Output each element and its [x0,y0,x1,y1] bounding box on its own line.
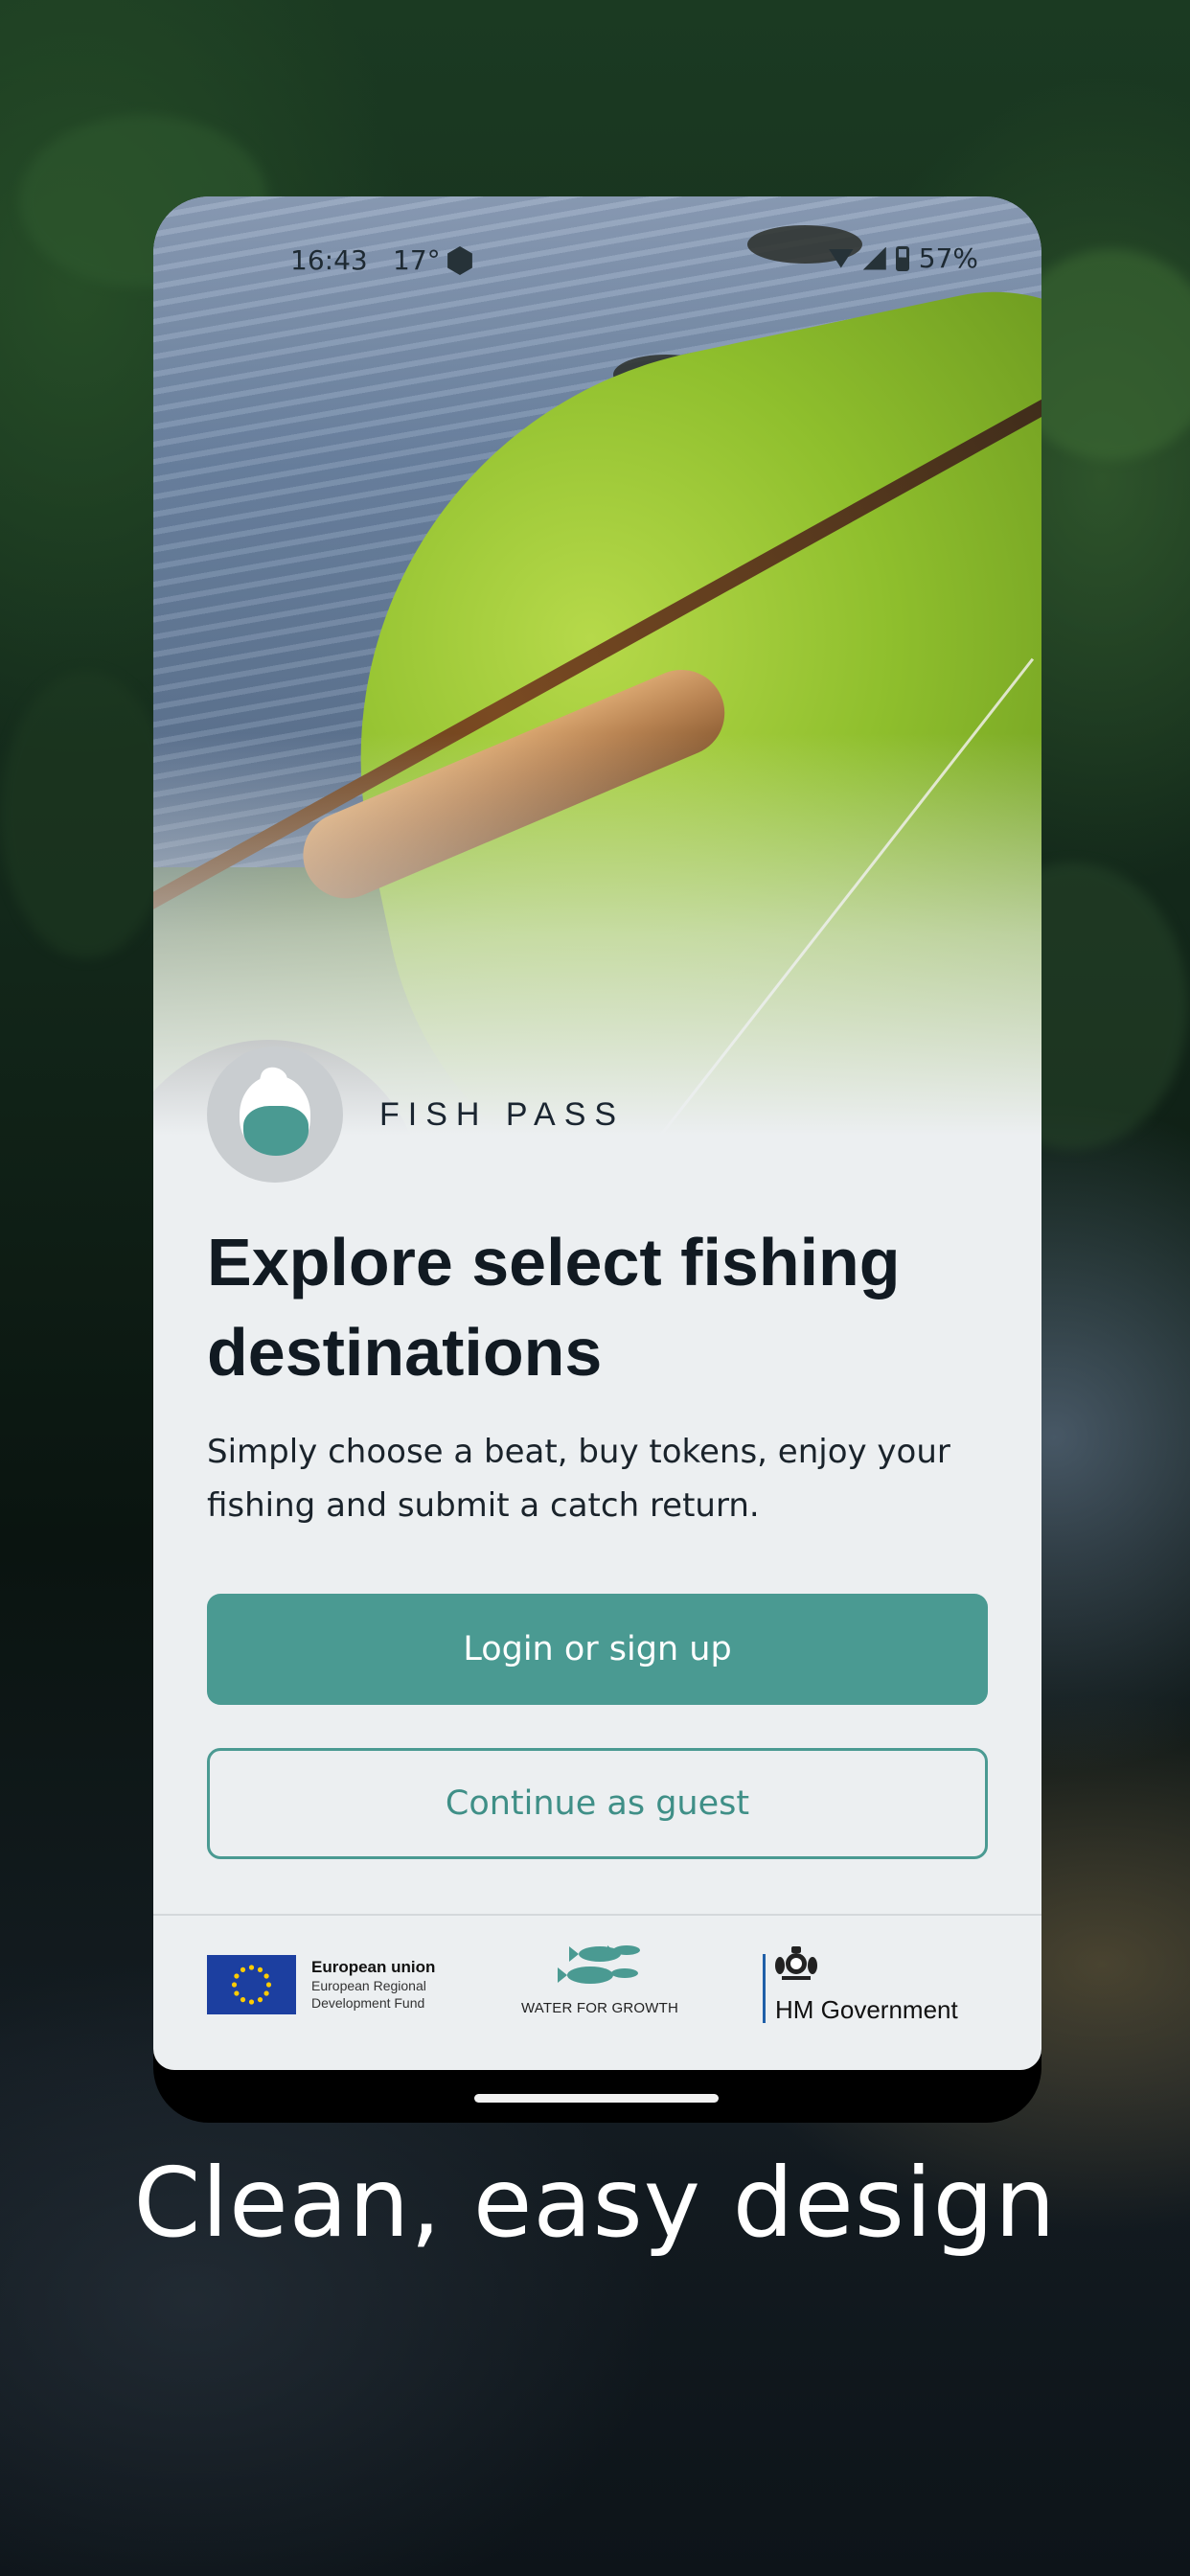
brand: FISH PASS [207,1046,625,1183]
login-signup-button[interactable]: Login or sign up [207,1594,988,1705]
battery-icon [895,245,909,271]
water-for-growth-logo: WATER FOR GROWTH [518,1941,681,2016]
hm-government-label: HM Government [775,1995,958,2024]
continue-guest-button[interactable]: Continue as guest [207,1748,988,1859]
weather-icon [447,246,472,275]
battery-percent: 57% [918,242,978,274]
funders-bar: European union European Regional Develop… [207,1941,988,2036]
status-time: 16:43 [290,244,368,276]
phone-frame: 16:43 17° 57% FISH PASS Explore select f… [153,196,1041,2123]
hmg-divider [763,1954,766,2023]
divider [153,1914,1041,1916]
page-title: Explore select fishing destinations [207,1225,901,1390]
brand-name: FISH PASS [379,1095,626,1133]
marketing-caption: Clean, easy design [133,2147,1057,2259]
fish-shoal-icon [558,1945,640,1984]
eu-flag-icon [207,1955,296,2014]
eu-text: European union European Regional Develop… [311,1958,435,2012]
fish-logo-icon [207,1046,343,1183]
status-bar: 16:43 17° 57% [153,241,1041,283]
wifi-icon [828,248,854,268]
home-indicator[interactable] [474,2094,719,2103]
eu-subtitle-1: European Regional [311,1978,426,1993]
fish-logo-body [243,1106,309,1156]
signal-icon [862,246,886,270]
hero-image [153,196,1041,1136]
eu-subtitle-2: Development Fund [311,1995,425,2011]
hm-government-logo: HM Government [763,1946,958,2024]
eu-funding-logo: European union European Regional Develop… [207,1955,435,2014]
eu-stars [231,1965,272,2005]
status-temperature: 17° [393,244,441,276]
eu-title: European union [311,1958,436,1976]
status-right: 57% [828,242,978,274]
page-subtitle: Simply choose a beat, buy tokens, enjoy … [207,1433,950,1525]
bg-foliage [0,671,172,958]
water-for-growth-label: WATER FOR GROWTH [520,2000,678,2016]
royal-crest-icon [775,1946,817,1980]
app-screen: 16:43 17° 57% FISH PASS Explore select f… [153,196,1041,2070]
